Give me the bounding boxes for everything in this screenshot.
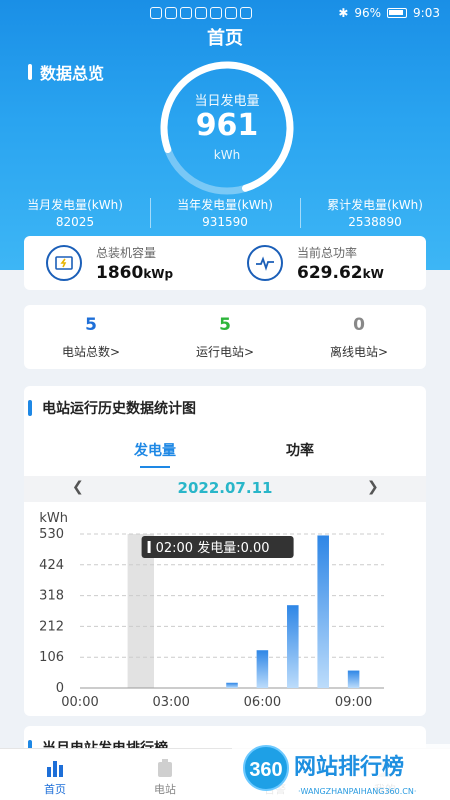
- y-tick-label: 530: [39, 527, 64, 542]
- capacity-card: 总装机容量 1860kWp 当前总功率 629.62kW: [24, 236, 426, 290]
- tab-power[interactable]: 功率: [286, 440, 314, 460]
- history-header: 电站运行历史数据统计图: [28, 398, 196, 418]
- today-generation: 当日发电量 961 kWh: [157, 58, 297, 198]
- chart-bar: [226, 682, 238, 688]
- status-right: ✱ 96% 9:03: [338, 6, 440, 20]
- station-total-count: 5: [85, 315, 97, 335]
- total-label: 累计发电量(kWh): [327, 198, 423, 212]
- tabbar-item-home[interactable]: 首页: [0, 749, 110, 800]
- today-label: 当日发电量: [194, 94, 260, 109]
- app-icon: [240, 7, 252, 19]
- app-icon: [225, 7, 237, 19]
- tooltip-text: 02:00 发电量:0.00: [156, 540, 270, 556]
- history-bar-chart[interactable]: 0 106 212 318 424 530kWh 00:00 03:00 06:00 09:00 0…: [24, 504, 426, 708]
- month-value: 82025: [55, 215, 95, 229]
- station-offline-count: 0: [353, 315, 365, 335]
- installed-value: 1860kWp: [96, 262, 174, 283]
- overview-header: 数据总览: [28, 60, 104, 84]
- tab-generation[interactable]: 发电量: [134, 440, 176, 460]
- tabbar-item-station[interactable]: 电站: [110, 749, 220, 800]
- chevron-right-icon[interactable]: ❯: [367, 479, 379, 495]
- x-tick-label: 00:00: [61, 695, 98, 708]
- y-tick-label: 0: [56, 681, 64, 696]
- station-running[interactable]: 5 运行电站>: [158, 305, 292, 369]
- tooltip-marker: [147, 541, 151, 553]
- battery-percent: 96%: [354, 6, 382, 20]
- y-tick-label: 424: [39, 558, 64, 573]
- signal-icon: [165, 7, 177, 19]
- y-tick-label: 318: [39, 589, 64, 604]
- watermark-title: 网站排行榜: [294, 754, 404, 780]
- y-tick-label: 106: [39, 650, 64, 665]
- station-total-label: 电站总数>: [61, 345, 121, 359]
- power-label: 当前总功率: [297, 245, 358, 260]
- section-marker: [28, 64, 32, 80]
- battery-icon: [387, 8, 408, 18]
- y-axis-label: kWh: [39, 511, 68, 526]
- station-offline-label: 离线电站>: [329, 345, 389, 359]
- installed-capacity: 总装机容量 1860kWp: [24, 244, 225, 283]
- chart-bar: [347, 670, 360, 688]
- solar-panel-icon: [46, 245, 82, 281]
- selected-date[interactable]: 2022.07.11: [24, 479, 426, 497]
- station-icon: [158, 759, 172, 777]
- history-title: 电站运行历史数据统计图: [42, 401, 196, 417]
- power-unit: kW: [362, 266, 384, 281]
- bar-chart-icon: [47, 761, 63, 777]
- chart-bar: [256, 650, 269, 688]
- station-stats-card: 5 电站总数> 5 运行电站> 0 离线电站>: [24, 305, 426, 369]
- total-generation: 累计发电量(kWh) 2538890: [300, 196, 450, 232]
- year-value: 931590: [202, 215, 248, 229]
- month-generation: 当月发电量(kWh) 82025: [0, 196, 150, 232]
- current-power: 当前总功率 629.62kW: [225, 244, 426, 283]
- station-offline[interactable]: 0 离线电站>: [292, 305, 426, 369]
- station-running-label: 运行电站>: [195, 345, 255, 359]
- bluetooth-icon: ✱: [338, 6, 349, 20]
- today-value: 961: [195, 108, 259, 143]
- total-value: 2538890: [348, 215, 402, 229]
- section-marker: [28, 400, 32, 416]
- chart-bar: [287, 605, 299, 688]
- year-generation: 当年发电量(kWh) 931590: [150, 196, 300, 232]
- hd-icon: [150, 7, 162, 19]
- station-total[interactable]: 5 电站总数>: [24, 305, 158, 369]
- date-selector: ❮ 2022.07.11 ❯: [24, 476, 426, 502]
- page-title: 首页: [207, 28, 243, 49]
- status-icons: [150, 7, 252, 19]
- power-wave-icon: [247, 245, 283, 281]
- installed-label: 总装机容量: [96, 245, 157, 260]
- year-label: 当年发电量(kWh): [177, 198, 273, 212]
- watermark-url: ·WANGZHANPAIHANG360.CN·: [298, 787, 416, 796]
- power-value: 629.62kW: [297, 262, 384, 283]
- overview-title: 数据总览: [40, 64, 105, 83]
- clock: 9:03: [413, 6, 440, 20]
- chart-tabs: 发电量 功率: [24, 440, 426, 470]
- y-tick-label: 212: [39, 619, 64, 634]
- history-chart-card: 电站运行历史数据统计图 发电量 功率 ❮ 2022.07.11 ❯ 0 106 21…: [24, 386, 426, 716]
- watermark-logo: 360: [249, 759, 282, 781]
- app-icon: [195, 7, 207, 19]
- x-tick-label: 03:00: [152, 695, 189, 708]
- x-tick-label: 09:00: [335, 695, 372, 708]
- watermark: 360 网站排行榜 ·WANGZHANPAIHANG360.CN·: [232, 744, 450, 800]
- chart-bar: [317, 535, 329, 688]
- wifi-icon: [180, 7, 192, 19]
- installed-unit: kWp: [143, 266, 174, 281]
- today-unit: kWh: [213, 148, 241, 162]
- tab-underline: [140, 466, 170, 468]
- tabbar-label-station: 电站: [154, 783, 176, 796]
- x-tick-label: 06:00: [244, 695, 281, 708]
- app-icon: [210, 7, 222, 19]
- generation-summary: 当月发电量(kWh) 82025 当年发电量(kWh) 931590 累计发电量…: [0, 196, 450, 232]
- month-label: 当月发电量(kWh): [27, 198, 123, 212]
- station-running-count: 5: [219, 315, 231, 335]
- tabbar-label-home: 首页: [44, 783, 66, 796]
